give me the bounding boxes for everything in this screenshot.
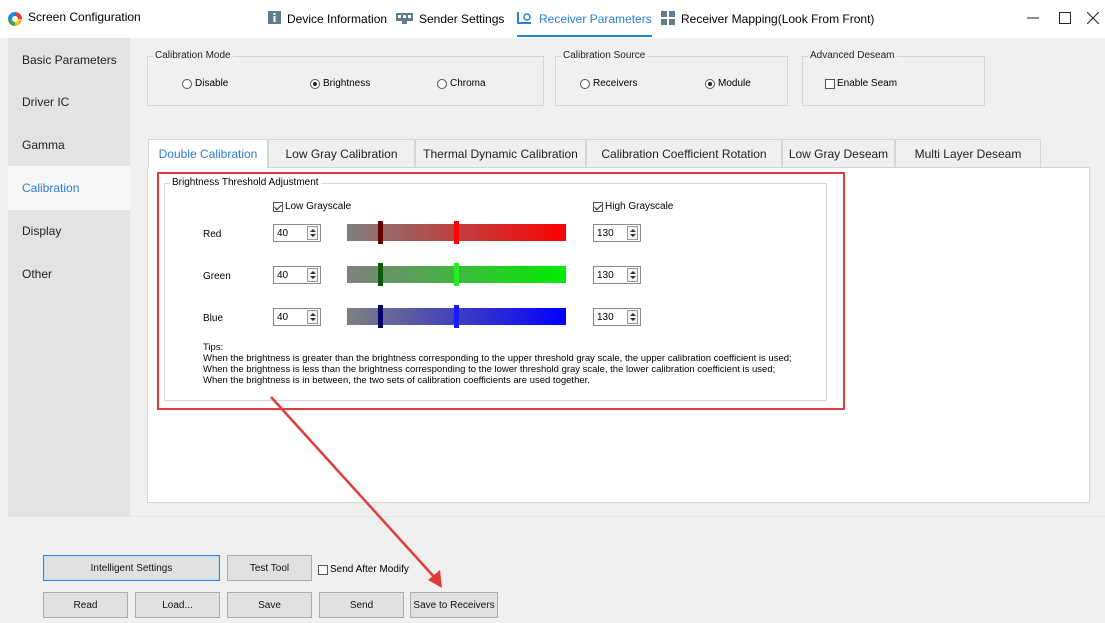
send-after-modify-checkbox[interactable]: Send After Modify <box>318 564 409 575</box>
sidebar-item-gamma[interactable]: Gamma <box>8 123 130 167</box>
save-to-receivers-button[interactable]: Save to Receivers <box>410 592 498 618</box>
radio-dot <box>182 78 192 89</box>
checkbox-box <box>825 78 835 89</box>
radio-dot <box>310 78 320 89</box>
nav-receiver-parameters[interactable]: Receiver Parameters <box>517 10 652 37</box>
tab-calibration-coefficient-rotation[interactable]: Calibration Coefficient Rotation <box>586 139 782 167</box>
radio-brightness[interactable]: Brightness <box>310 78 370 89</box>
tab-double-calibration[interactable]: Double Calibration <box>148 139 268 168</box>
radio-dot <box>437 78 447 89</box>
load-button[interactable]: Load... <box>135 592 220 618</box>
radio-label: Chroma <box>450 78 486 89</box>
nav-label: Receiver Mapping(Look From Front) <box>681 12 875 26</box>
enable-seam-checkbox[interactable]: Enable Seam <box>825 78 897 89</box>
bottom-divider <box>8 516 1105 517</box>
window-title: Screen Configuration <box>28 10 141 24</box>
tab-thermal-dynamic-calibration[interactable]: Thermal Dynamic Calibration <box>415 139 586 167</box>
intelligent-settings-button[interactable]: Intelligent Settings <box>43 555 220 581</box>
nav-label: Receiver Parameters <box>539 12 652 26</box>
calibration-source-title: Calibration Source <box>561 50 648 61</box>
nav-label: Sender Settings <box>419 12 505 26</box>
nav-receiver-mapping[interactable]: Receiver Mapping(Look From Front) <box>661 10 874 28</box>
info-icon <box>268 11 281 27</box>
radio-dot <box>580 78 590 89</box>
send-button[interactable]: Send <box>319 592 404 618</box>
maximize-icon[interactable] <box>1053 6 1077 30</box>
checkbox-label: Enable Seam <box>837 78 898 89</box>
sidebar-item-driver-ic[interactable]: Driver IC <box>8 80 130 124</box>
checkbox-label: Send After Modify <box>330 564 409 575</box>
test-tool-button[interactable]: Test Tool <box>227 555 312 581</box>
radio-label: Module <box>718 78 751 89</box>
checkbox-box <box>318 564 328 575</box>
sidebar-item-basic-parameters[interactable]: Basic Parameters <box>8 38 130 82</box>
radio-receivers[interactable]: Receivers <box>580 78 637 89</box>
sidebar-item-calibration[interactable]: Calibration <box>8 166 130 210</box>
mapping-icon <box>661 10 675 28</box>
receiver-icon <box>517 11 533 28</box>
close-icon[interactable] <box>1081 6 1105 30</box>
tab-low-gray-deseam[interactable]: Low Gray Deseam <box>782 139 895 167</box>
nav-device-information[interactable]: Device Information <box>268 10 387 28</box>
tab-multi-layer-deseam[interactable]: Multi Layer Deseam <box>895 139 1041 167</box>
advanced-deseam-title: Advanced Deseam <box>808 50 897 61</box>
minimize-icon[interactable] <box>1021 6 1045 30</box>
app-logo-icon <box>8 12 22 26</box>
nav-label: Device Information <box>287 12 388 26</box>
radio-disable[interactable]: Disable <box>182 78 228 89</box>
sidebar-item-display[interactable]: Display <box>8 209 130 253</box>
radio-label: Disable <box>195 78 229 89</box>
radio-chroma[interactable]: Chroma <box>437 78 486 89</box>
radio-module[interactable]: Module <box>705 78 751 89</box>
sender-icon <box>396 12 413 27</box>
annotation-highlight-frame <box>157 172 845 410</box>
radio-label: Brightness <box>323 78 371 89</box>
sidebar-item-other[interactable]: Other <box>8 252 130 296</box>
save-button[interactable]: Save <box>227 592 312 618</box>
tab-low-gray-calibration[interactable]: Low Gray Calibration <box>268 139 415 167</box>
radio-dot <box>705 78 715 89</box>
calibration-mode-title: Calibration Mode <box>153 50 233 61</box>
radio-label: Receivers <box>593 78 638 89</box>
nav-sender-settings[interactable]: Sender Settings <box>396 10 504 28</box>
read-button[interactable]: Read <box>43 592 128 618</box>
